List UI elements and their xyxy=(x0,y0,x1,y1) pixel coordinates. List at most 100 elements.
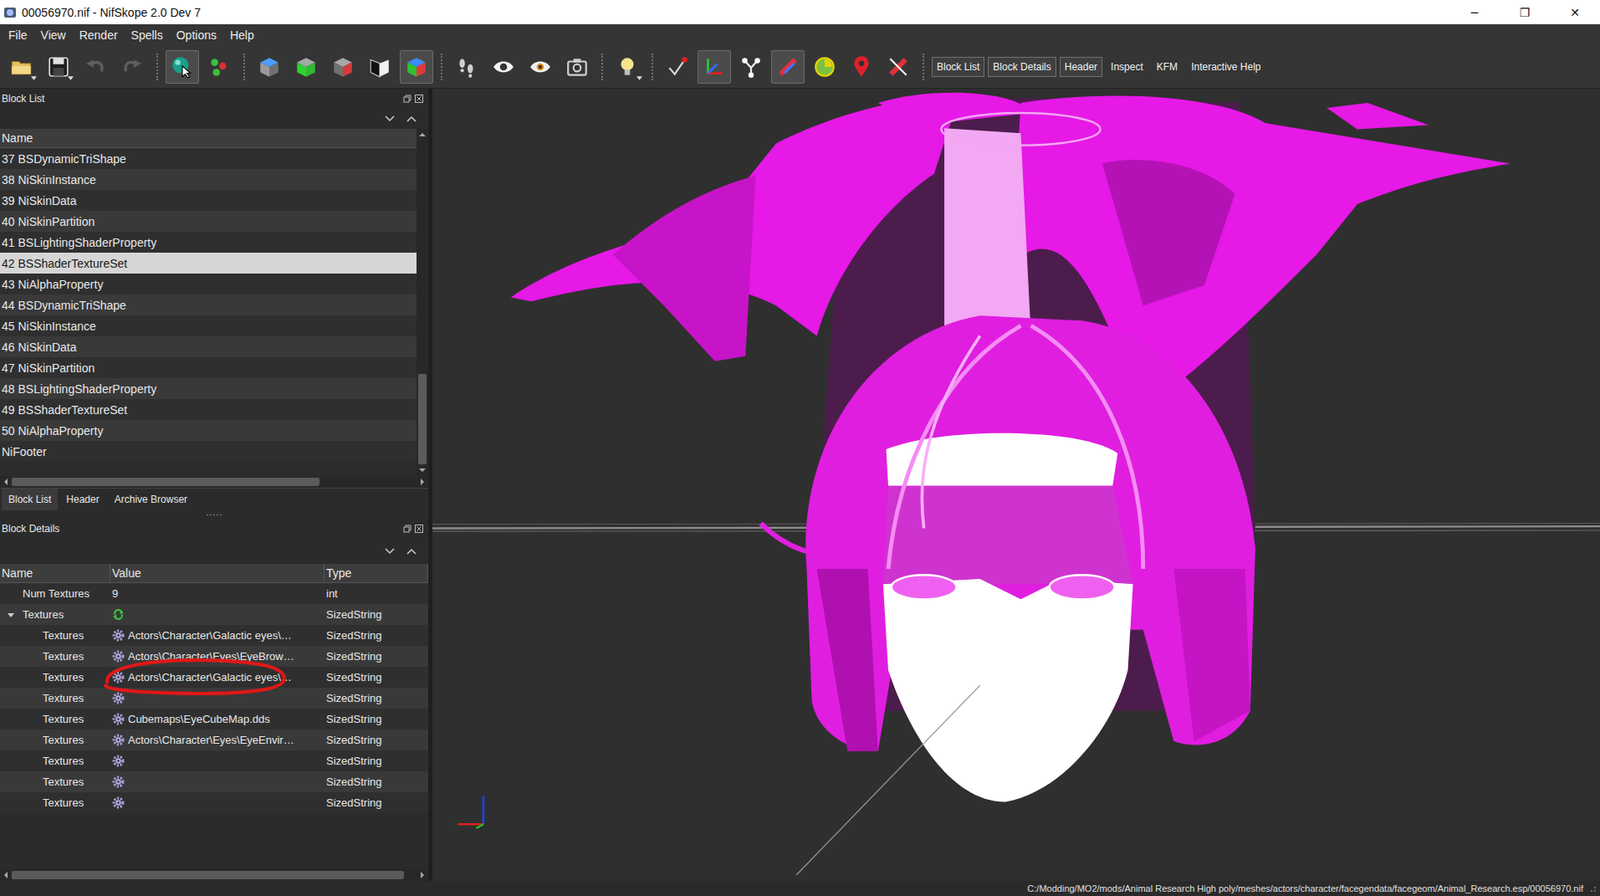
show-nodes-button[interactable] xyxy=(523,50,558,84)
dock-tab[interactable]: Block List xyxy=(1,488,58,511)
field-value[interactable]: Cubemaps\EyeCubeMap.dds xyxy=(110,708,325,730)
float-icon[interactable] xyxy=(403,524,412,533)
open-button[interactable] xyxy=(5,50,39,84)
gear-icon[interactable] xyxy=(112,628,125,642)
menu-item[interactable]: Spells xyxy=(124,28,170,42)
block-row[interactable]: 38 NiSkinInstance xyxy=(0,168,417,190)
menu-item[interactable]: Render xyxy=(72,28,125,42)
gear-icon[interactable] xyxy=(112,733,125,747)
refresh-icon[interactable] xyxy=(112,608,125,621)
gear-icon[interactable] xyxy=(112,775,125,788)
block-row[interactable]: NiFooter xyxy=(0,440,417,462)
save-button[interactable] xyxy=(41,50,76,84)
resize-grip-icon[interactable] xyxy=(1588,884,1597,893)
gear-icon[interactable] xyxy=(112,712,125,726)
undo-button[interactable] xyxy=(78,50,113,84)
scroll-right-icon[interactable] xyxy=(419,477,425,486)
marker-button[interactable] xyxy=(844,50,879,84)
select-button[interactable] xyxy=(165,50,200,84)
float-icon[interactable] xyxy=(403,94,412,103)
column-header[interactable]: Name xyxy=(0,128,417,149)
detail-row[interactable]: TexturesSizedString xyxy=(0,687,429,709)
view-front-button[interactable] xyxy=(289,50,323,84)
dock-toggle-button[interactable]: Inspect xyxy=(1105,56,1149,77)
dock-toggle-button[interactable]: KFM xyxy=(1151,56,1183,77)
scroll-thumb[interactable] xyxy=(418,373,427,465)
field-value[interactable] xyxy=(110,771,325,793)
detail-row[interactable]: TexturesActors\Character\Eyes\EyeBrow…Si… xyxy=(0,645,429,667)
block-row[interactable]: 48 BSLightingShaderProperty xyxy=(0,378,417,399)
3d-viewport[interactable] xyxy=(432,88,1600,881)
block-row[interactable]: 47 NiSkinPartition xyxy=(0,357,417,379)
redo-button[interactable] xyxy=(115,50,149,84)
gear-icon[interactable] xyxy=(112,691,125,705)
constraints-button[interactable] xyxy=(771,50,805,84)
gear-icon[interactable] xyxy=(112,649,125,663)
detail-row[interactable]: TexturesActors\Character\Eyes\EyeEnvir…S… xyxy=(0,729,429,751)
block-row[interactable]: 37 BSDynamicTriShape xyxy=(0,148,417,169)
detail-row[interactable]: TexturesSizedString xyxy=(0,603,429,625)
scroll-thumb[interactable] xyxy=(11,477,320,486)
view-flip-button[interactable] xyxy=(362,50,397,84)
menu-item[interactable]: Help xyxy=(223,28,261,42)
animate-button[interactable] xyxy=(807,50,842,84)
scroll-left-icon[interactable] xyxy=(3,870,9,880)
block-row[interactable]: 39 NiSkinData xyxy=(0,189,417,211)
block-row[interactable]: 40 NiSkinPartition xyxy=(0,210,417,232)
axes-button[interactable] xyxy=(697,50,731,84)
scroll-right-icon[interactable] xyxy=(419,870,425,880)
block-row[interactable]: 41 BSLightingShaderProperty xyxy=(0,231,417,253)
scroll-down-icon[interactable] xyxy=(418,467,427,473)
detail-row[interactable]: TexturesCubemaps\EyeCubeMap.ddsSizedStri… xyxy=(0,708,429,730)
menu-item[interactable]: Options xyxy=(169,28,224,42)
view-user-button[interactable] xyxy=(399,50,434,84)
scroll-up-icon[interactable] xyxy=(418,132,427,138)
close-icon[interactable] xyxy=(414,94,424,103)
view-top-button[interactable] xyxy=(252,50,287,84)
detail-row[interactable]: TexturesSizedString xyxy=(0,771,429,793)
detail-row[interactable]: TexturesSizedString xyxy=(0,750,429,772)
field-value[interactable]: 9 xyxy=(110,582,325,604)
screenshot-button[interactable] xyxy=(560,50,594,84)
block-row[interactable]: 44 BSDynamicTriShape xyxy=(0,294,417,316)
collapse-all-icon[interactable] xyxy=(384,547,395,555)
window-control[interactable]: ✕ xyxy=(1549,0,1600,25)
window-control[interactable]: ❐ xyxy=(1499,0,1550,25)
nodes-button[interactable] xyxy=(734,50,768,84)
block-row[interactable]: 45 NiSkinInstance xyxy=(0,315,417,337)
detail-row[interactable]: TexturesActors\Character\Galactic eyes\…… xyxy=(0,624,429,646)
gear-icon[interactable] xyxy=(112,754,125,767)
show-hidden-button[interactable] xyxy=(486,50,521,84)
column-header[interactable]: Value xyxy=(110,563,325,583)
block-row[interactable]: 50 NiAlphaProperty xyxy=(0,419,417,441)
collapse-all-icon[interactable] xyxy=(384,115,395,123)
dock-toggle-button[interactable]: Interactive Help xyxy=(1185,56,1266,77)
horizontal-scrollbar[interactable] xyxy=(0,869,429,881)
field-value[interactable]: Actors\Character\Eyes\EyeBrow… xyxy=(110,645,325,667)
detail-row[interactable]: TexturesSizedString xyxy=(0,792,429,813)
scroll-left-icon[interactable] xyxy=(3,477,9,486)
dock-tab[interactable]: Header xyxy=(59,488,106,511)
field-value[interactable] xyxy=(110,792,325,813)
field-value[interactable]: Actors\Character\Galactic eyes\… xyxy=(110,624,325,646)
dock-tab[interactable]: Archive Browser xyxy=(107,488,195,511)
expand-arrow-icon[interactable] xyxy=(6,610,16,619)
block-row[interactable]: 46 NiSkinData xyxy=(0,336,417,358)
column-header[interactable]: Type xyxy=(324,563,429,583)
field-value[interactable] xyxy=(110,603,325,625)
block-row[interactable]: 49 BSShaderTextureSet xyxy=(0,398,417,420)
field-value[interactable] xyxy=(110,687,325,709)
column-header[interactable]: Name xyxy=(0,563,111,583)
vertex-button[interactable] xyxy=(660,50,695,84)
gear-icon[interactable] xyxy=(112,670,125,684)
menu-item[interactable]: View xyxy=(34,28,73,42)
block-row[interactable]: 42 BSShaderTextureSet xyxy=(0,252,417,274)
field-value[interactable]: Actors\Character\Eyes\EyeEnvir… xyxy=(110,729,325,751)
splitter-handle[interactable] xyxy=(0,510,429,519)
field-value[interactable]: Actors\Character\Galactic eyes\… xyxy=(110,666,325,688)
light-button[interactable] xyxy=(610,50,645,84)
window-control[interactable]: ─ xyxy=(1449,0,1500,25)
detail-row[interactable]: Num Textures9int xyxy=(0,582,429,604)
scroll-thumb[interactable] xyxy=(11,870,404,880)
menu-item[interactable]: File xyxy=(1,28,35,42)
